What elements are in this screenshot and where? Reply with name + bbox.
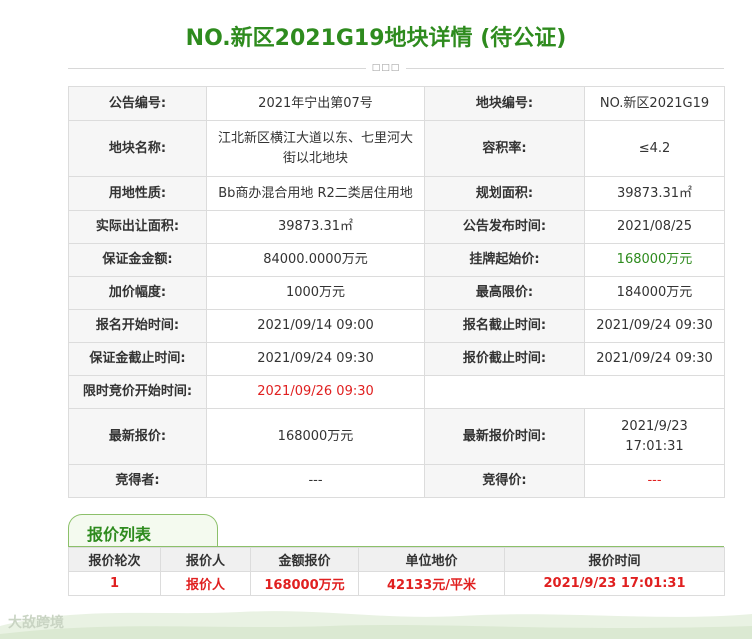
winning-price-label: 竞得价: <box>424 464 585 498</box>
info-row: 实际出让面积: 39873.31㎡ 公告发布时间: 2021/08/25 <box>68 210 725 244</box>
starting-price-value: 168000万元 <box>584 243 725 277</box>
increment-label: 加价幅度: <box>68 276 207 310</box>
parcel-info-table: 公告编号: 2021年宁出第07号 地块编号: NO.新区2021G19 地块名… <box>68 86 725 498</box>
land-use-label: 用地性质: <box>68 176 207 211</box>
planned-area-label: 规划面积: <box>424 176 585 211</box>
bid-deadline-value: 2021/09/24 09:30 <box>584 342 725 376</box>
planned-area-value: 39873.31㎡ <box>584 176 725 211</box>
parcel-number-label: 地块编号: <box>424 86 585 121</box>
starting-price-label: 挂牌起始价: <box>424 243 585 277</box>
info-row: 最新报价: 168000万元 最新报价时间: 2021/9/23 17:01:3… <box>68 408 725 465</box>
info-row: 地块名称: 江北新区横江大道以东、七里河大街以北地块 容积率: ≤4.2 <box>68 120 725 177</box>
bid-time-header: 报价时间 <box>504 547 725 572</box>
empty-cell <box>424 375 725 409</box>
dots-ornament-icon: □□□ <box>366 62 406 74</box>
page-title: NO.新区2021G19地块详情 (待公证) <box>185 26 567 51</box>
bid-header-row: 报价轮次 报价人 金额报价 单位地价 报价时间 <box>68 547 725 572</box>
decorative-hills <box>0 611 752 639</box>
announcement-date-value: 2021/08/25 <box>584 210 725 244</box>
bid-round-header: 报价轮次 <box>68 547 161 572</box>
deposit-deadline-label: 保证金截止时间: <box>68 342 207 376</box>
max-price-value: 184000万元 <box>584 276 725 310</box>
announcement-number-label: 公告编号: <box>68 86 207 121</box>
info-row: 报名开始时间: 2021/09/14 09:00 报名截止时间: 2021/09… <box>68 309 725 343</box>
timed-auction-start-label: 限时竞价开始时间: <box>68 375 207 409</box>
deposit-deadline-value: 2021/09/24 09:30 <box>206 342 425 376</box>
info-row: 公告编号: 2021年宁出第07号 地块编号: NO.新区2021G19 <box>68 86 725 121</box>
watermark: 大敌跨境 <box>8 615 64 631</box>
info-row: 用地性质: Bb商办混合用地 R2二类居住用地 规划面积: 39873.31㎡ <box>68 176 725 211</box>
actual-area-label: 实际出让面积: <box>68 210 207 244</box>
bid-list-tab[interactable]: 报价列表 <box>68 514 218 547</box>
bid-deadline-label: 报价截止时间: <box>424 342 585 376</box>
info-row: 竞得者: --- 竞得价: --- <box>68 464 725 498</box>
announcement-date-label: 公告发布时间: <box>424 210 585 244</box>
announcement-number-value: 2021年宁出第07号 <box>206 86 425 121</box>
latest-bid-label: 最新报价: <box>68 408 207 465</box>
info-row: 保证金截止时间: 2021/09/24 09:30 报价截止时间: 2021/0… <box>68 342 725 376</box>
winner-value: --- <box>206 464 425 498</box>
deposit-amount-value: 84000.0000万元 <box>206 243 425 277</box>
latest-bid-time-value: 2021/9/23 17:01:31 <box>584 408 725 465</box>
bid-list-tab-label: 报价列表 <box>87 525 152 544</box>
info-row: 加价幅度: 1000万元 最高限价: 184000万元 <box>68 276 725 310</box>
plot-ratio-value: ≤4.2 <box>584 120 725 177</box>
land-use-value: Bb商办混合用地 R2二类居住用地 <box>206 176 425 211</box>
deposit-amount-label: 保证金金额: <box>68 243 207 277</box>
info-row: 保证金金额: 84000.0000万元 挂牌起始价: 168000万元 <box>68 243 725 277</box>
latest-bid-value: 168000万元 <box>206 408 425 465</box>
parcel-name-value: 江北新区横江大道以东、七里河大街以北地块 <box>206 120 425 177</box>
info-row: 限时竞价开始时间: 2021/09/26 09:30 <box>68 375 725 409</box>
actual-area-value: 39873.31㎡ <box>206 210 425 244</box>
registration-end-value: 2021/09/24 09:30 <box>584 309 725 343</box>
bidder-header: 报价人 <box>160 547 251 572</box>
latest-bid-clock: 17:01:31 <box>625 438 684 454</box>
increment-value: 1000万元 <box>206 276 425 310</box>
max-price-label: 最高限价: <box>424 276 585 310</box>
registration-start-value: 2021/09/14 09:00 <box>206 309 425 343</box>
parcel-number-value: NO.新区2021G19 <box>584 86 725 121</box>
registration-end-label: 报名截止时间: <box>424 309 585 343</box>
timed-auction-start-value: 2021/09/26 09:30 <box>206 375 425 409</box>
bid-amount-header: 金额报价 <box>250 547 359 572</box>
unit-price-header: 单位地价 <box>358 547 505 572</box>
registration-start-label: 报名开始时间: <box>68 309 207 343</box>
latest-bid-time-label: 最新报价时间: <box>424 408 585 465</box>
plot-ratio-label: 容积率: <box>424 120 585 177</box>
winner-label: 竞得者: <box>68 464 207 498</box>
latest-bid-date: 2021/9/23 <box>621 418 688 434</box>
winning-price-value: --- <box>584 464 725 498</box>
parcel-name-label: 地块名称: <box>68 120 207 177</box>
